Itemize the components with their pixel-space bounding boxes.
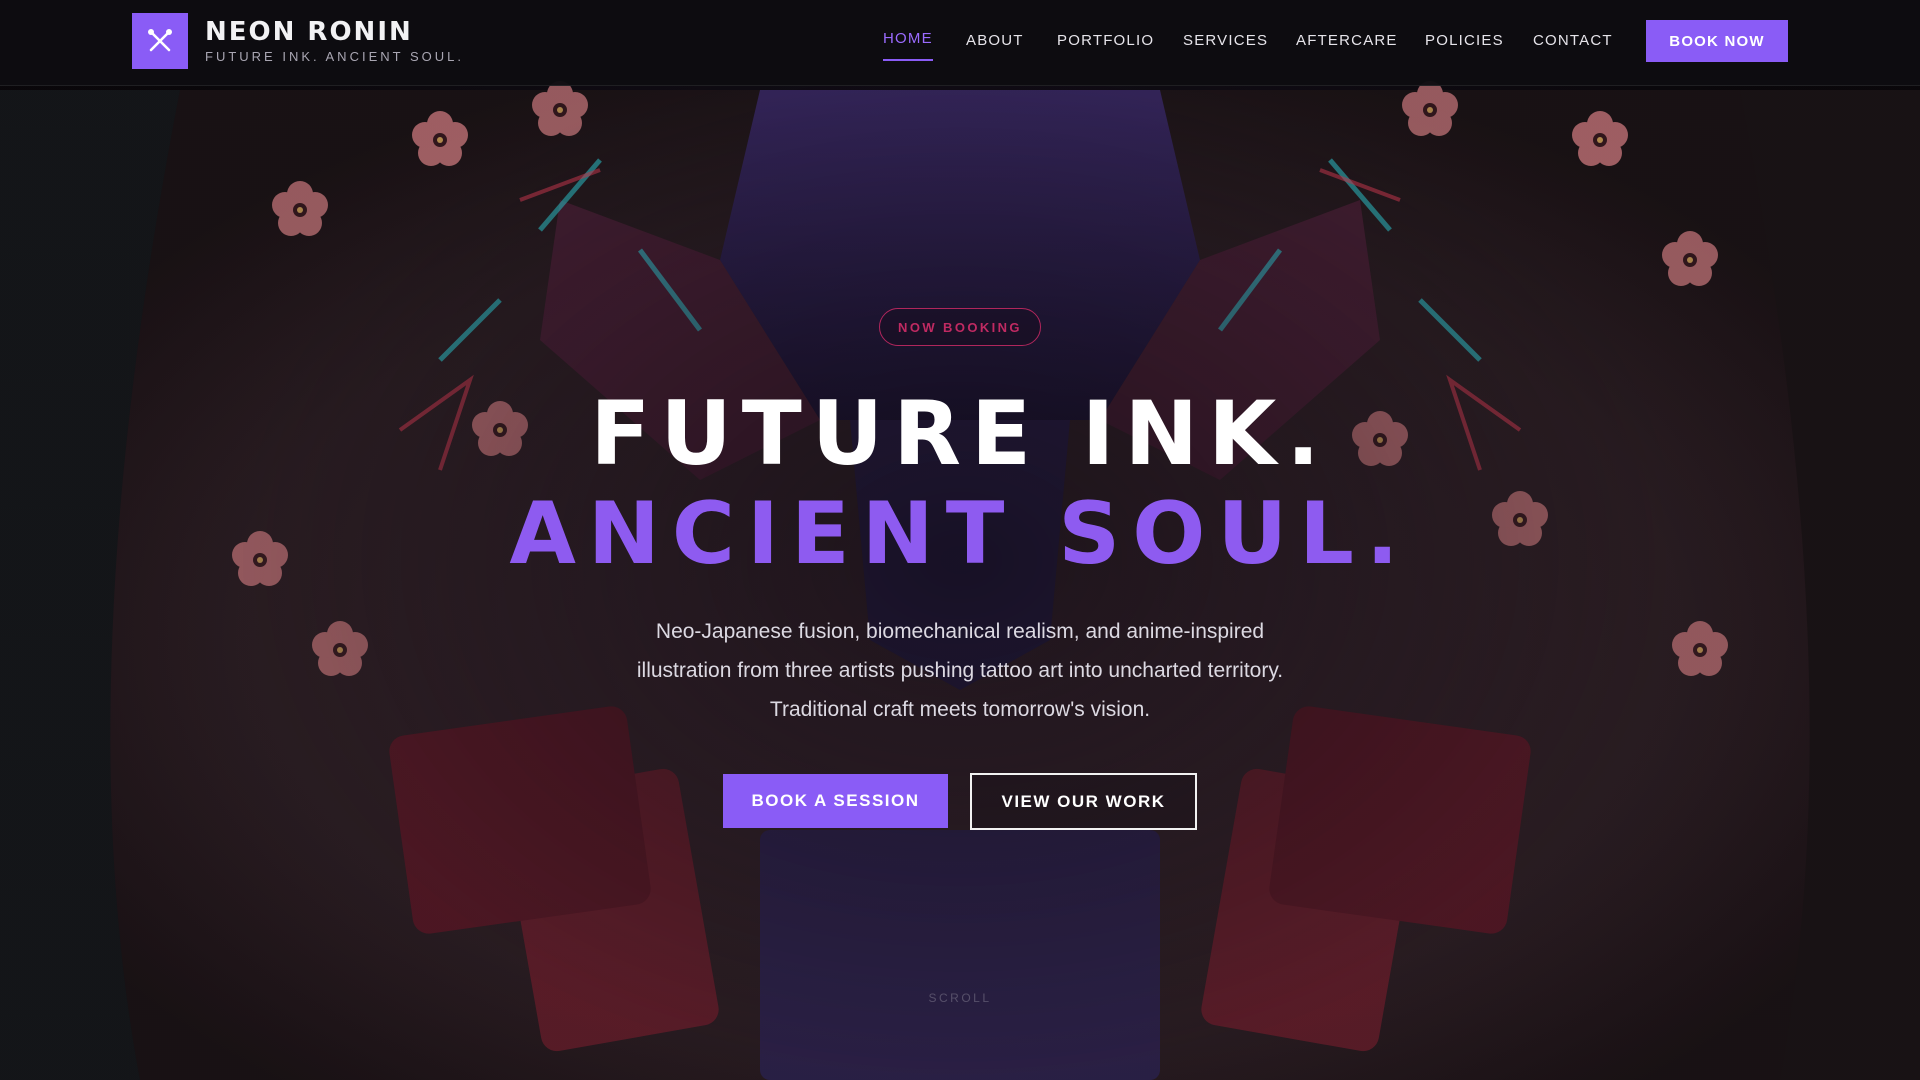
book-now-button[interactable]: BOOK NOW bbox=[1646, 20, 1788, 62]
hero-description: Neo-Japanese fusion, biomechanical reali… bbox=[560, 612, 1360, 729]
hero-description-line: Neo-Japanese fusion, biomechanical reali… bbox=[655, 620, 1265, 643]
brand-text: NEON RONIN FUTURE INK. ANCIENT SOUL. bbox=[205, 17, 464, 65]
hero-headline-line2: ANCIENT SOUL. bbox=[509, 484, 1411, 584]
nav-contact[interactable]: CONTACT bbox=[1533, 31, 1613, 51]
hero-headline-line1: FUTURE INK. bbox=[590, 382, 1330, 485]
view-work-button[interactable]: VIEW OUR WORK bbox=[970, 773, 1197, 830]
brand-tagline: FUTURE INK. ANCIENT SOUL. bbox=[205, 49, 464, 64]
hero-description-line: illustration from three artists pushing … bbox=[636, 659, 1284, 682]
navbar: NEON RONIN FUTURE INK. ANCIENT SOUL. HOM… bbox=[0, 0, 1920, 86]
brand-name: NEON RONIN bbox=[205, 17, 413, 47]
nav-policies[interactable]: POLICIES bbox=[1425, 31, 1504, 51]
hero-description-line: Traditional craft meets tomorrow's visio… bbox=[769, 698, 1151, 721]
crossed-tools-icon bbox=[132, 13, 188, 69]
nav-home[interactable]: HOME bbox=[883, 29, 933, 61]
nav-aftercare[interactable]: AFTERCARE bbox=[1296, 31, 1398, 51]
scroll-hint[interactable]: SCROLL bbox=[900, 991, 1020, 1005]
book-session-button[interactable]: BOOK A SESSION bbox=[723, 774, 948, 828]
nav-about[interactable]: ABOUT bbox=[966, 31, 1024, 51]
nav-portfolio[interactable]: PORTFOLIO bbox=[1057, 31, 1154, 51]
brand-link[interactable]: NEON RONIN FUTURE INK. ANCIENT SOUL. bbox=[132, 13, 464, 69]
now-booking-badge: NOW BOOKING bbox=[879, 308, 1041, 346]
nav-services[interactable]: SERVICES bbox=[1183, 31, 1268, 51]
